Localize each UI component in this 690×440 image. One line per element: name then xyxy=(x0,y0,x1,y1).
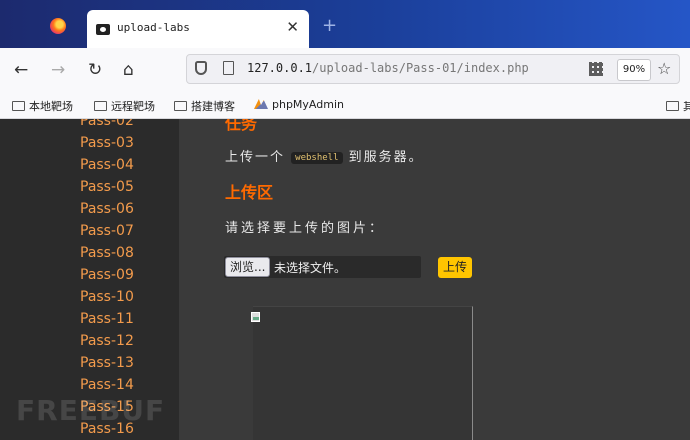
select-prompt: 请选择要上传的图片： xyxy=(225,221,386,236)
sidebar-item-pass-04[interactable]: Pass-04 xyxy=(80,157,134,173)
forward-arrow-icon[interactable]: → xyxy=(51,60,65,80)
bookmark-other[interactable]: 其 xyxy=(666,98,690,114)
sidebar-item-pass-02[interactable]: Pass-02 xyxy=(80,119,134,129)
navigation-bar: ← → ↻ ⌂ 127.0.0.1/upload-labs/Pass-01/in… xyxy=(0,48,690,92)
file-input[interactable]: 浏览... 未选择文件。 xyxy=(224,256,421,278)
sidebar-item-pass-03[interactable]: Pass-03 xyxy=(80,135,134,151)
bookmarks-bar: 本地靶场 远程靶场 搭建博客 phpMyAdmin 其 xyxy=(0,92,690,119)
zoom-level[interactable]: 90% xyxy=(617,59,651,81)
shield-icon[interactable] xyxy=(195,61,207,75)
page-content: Pass-02 Pass-03 Pass-04 Pass-05 Pass-06 … xyxy=(0,119,690,440)
url-path: /upload-labs/Pass-01/index.php xyxy=(312,61,529,75)
no-file-label: 未选择文件。 xyxy=(274,261,347,275)
folder-icon xyxy=(666,101,679,111)
folder-icon xyxy=(94,101,107,111)
sidebar-item-pass-09[interactable]: Pass-09 xyxy=(80,267,134,283)
reload-icon[interactable]: ↻ xyxy=(88,60,102,80)
task-description: 上传一个 webshell 到服务器。 xyxy=(225,150,424,165)
bookmark-remote-range[interactable]: 远程靶场 xyxy=(94,98,155,114)
address-bar[interactable]: 127.0.0.1/upload-labs/Pass-01/index.php … xyxy=(186,54,680,84)
bookmark-phpmyadmin[interactable]: phpMyAdmin xyxy=(254,98,344,111)
new-tab-button[interactable]: + xyxy=(322,17,337,35)
sidebar-item-pass-13[interactable]: Pass-13 xyxy=(80,355,134,371)
title-bar: upload-labs ✕ + xyxy=(0,0,690,48)
code-webshell: webshell xyxy=(291,152,343,164)
camera-icon xyxy=(96,24,110,35)
sidebar-item-pass-14[interactable]: Pass-14 xyxy=(80,377,134,393)
url-text[interactable]: 127.0.0.1/upload-labs/Pass-01/index.php xyxy=(247,61,529,75)
sidebar-item-pass-11[interactable]: Pass-11 xyxy=(80,311,134,327)
home-icon[interactable]: ⌂ xyxy=(123,60,134,80)
sidebar-item-pass-05[interactable]: Pass-05 xyxy=(80,179,134,195)
watermark: FREEBUF xyxy=(16,394,166,427)
page-icon xyxy=(223,61,234,75)
sidebar: Pass-02 Pass-03 Pass-04 Pass-05 Pass-06 … xyxy=(0,119,179,440)
upload-heading: 上传区 xyxy=(225,183,274,202)
tab-upload-labs[interactable]: upload-labs ✕ xyxy=(87,10,309,48)
qr-code-icon[interactable] xyxy=(589,62,603,76)
tab-title: upload-labs xyxy=(117,21,190,34)
image-preview-area xyxy=(253,306,473,440)
firefox-icon[interactable] xyxy=(50,18,66,34)
close-tab-icon[interactable]: ✕ xyxy=(286,19,299,35)
back-arrow-icon[interactable]: ← xyxy=(14,60,28,80)
sidebar-item-pass-07[interactable]: Pass-07 xyxy=(80,223,134,239)
folder-icon xyxy=(12,101,25,111)
upload-submit-button[interactable]: 上传 xyxy=(438,257,473,278)
bookmark-build-blog[interactable]: 搭建博客 xyxy=(174,98,235,114)
url-host: 127.0.0.1 xyxy=(247,61,313,75)
task-heading: 任务 xyxy=(225,119,258,133)
sidebar-item-pass-12[interactable]: Pass-12 xyxy=(80,333,134,349)
sidebar-item-pass-06[interactable]: Pass-06 xyxy=(80,201,134,217)
main-panel: 任务 上传一个 webshell 到服务器。 上传区 请选择要上传的图片： 浏览… xyxy=(179,119,690,440)
sidebar-item-pass-10[interactable]: Pass-10 xyxy=(80,289,134,305)
bookmark-local-range[interactable]: 本地靶场 xyxy=(12,98,73,114)
browse-button[interactable]: 浏览... xyxy=(225,257,271,277)
phpmyadmin-icon xyxy=(254,99,268,109)
folder-icon xyxy=(174,101,187,111)
sidebar-item-pass-08[interactable]: Pass-08 xyxy=(80,245,134,261)
bookmark-star-icon[interactable]: ☆ xyxy=(657,59,671,79)
broken-image-icon xyxy=(251,312,260,322)
